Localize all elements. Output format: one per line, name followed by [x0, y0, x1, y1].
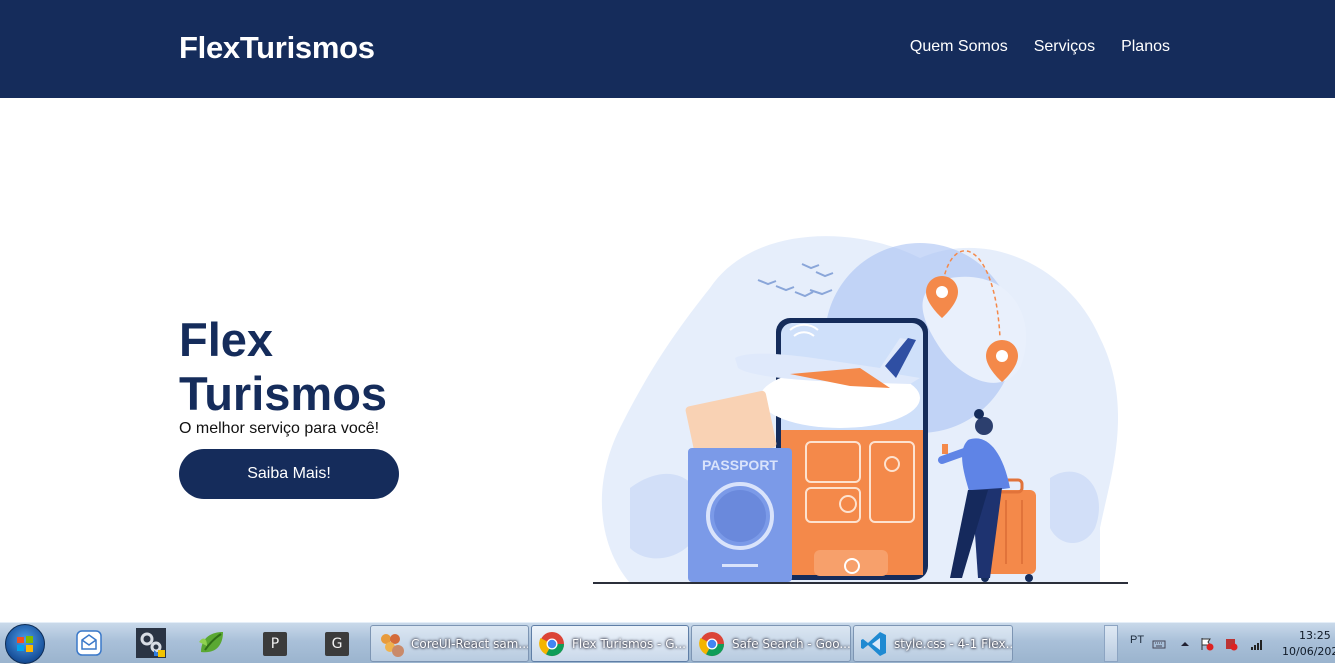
start-button[interactable]: [5, 624, 45, 664]
taskbar-item-safe-search[interactable]: Safe Search - Goo...: [691, 625, 851, 662]
main-nav: Quem Somos Serviços Planos: [910, 38, 1170, 56]
hexagon-app-icon: [377, 630, 405, 658]
chrome-icon: [698, 630, 726, 658]
nav-link-quem-somos[interactable]: Quem Somos: [910, 38, 1008, 56]
keyboard-icon[interactable]: [1152, 637, 1166, 651]
nav-link-planos[interactable]: Planos: [1121, 38, 1170, 56]
security-alert-icon[interactable]: [1224, 637, 1238, 651]
language-indicator[interactable]: PT: [1130, 634, 1144, 646]
brand-logo[interactable]: FlexTurismos: [179, 30, 375, 66]
taskbar-item-label: Flex Turismos - G...: [572, 636, 686, 651]
app-p-icon[interactable]: P: [263, 632, 287, 656]
windows-logo-icon: [17, 636, 33, 652]
taskbar-item-flex-turismos[interactable]: Flex Turismos - G...: [531, 625, 689, 662]
vscode-icon: [860, 630, 888, 658]
taskbar-item-vscode[interactable]: style.css - 4-1 Flex...: [853, 625, 1013, 662]
leaf-icon[interactable]: [197, 628, 227, 658]
windows-taskbar: P G CoreUI-React sam... Flex Turismos - …: [0, 622, 1335, 664]
passport-label: PASSPORT: [702, 457, 778, 473]
hero-subtitle: O melhor serviço para você!: [179, 420, 380, 437]
taskbar-item-label: style.css - 4-1 Flex...: [894, 636, 1013, 651]
taskbar-item-label: CoreUI-React sam...: [411, 636, 529, 651]
nav-link-servicos[interactable]: Serviços: [1034, 38, 1095, 56]
hero-title: Flex Turismos: [179, 313, 388, 420]
chrome-icon: [538, 630, 566, 658]
chevron-up-icon[interactable]: [1178, 637, 1192, 651]
clock-date[interactable]: 10/06/202: [1282, 645, 1335, 658]
taskbar-scroll-control[interactable]: [1104, 625, 1118, 662]
taskbar-item-coreui[interactable]: CoreUI-React sam...: [370, 625, 529, 662]
settings-icon[interactable]: [136, 628, 166, 658]
flag-alert-icon[interactable]: [1200, 637, 1214, 651]
travel-illustration: PASSPORT: [593, 236, 1128, 584]
saiba-mais-button[interactable]: Saiba Mais!: [179, 449, 399, 499]
clock-time[interactable]: 13:25: [1299, 629, 1331, 642]
mail-icon[interactable]: [74, 628, 104, 658]
taskbar-item-label: Safe Search - Goo...: [732, 636, 851, 651]
app-g-icon[interactable]: G: [325, 632, 349, 656]
system-tray: PT 13:25 10/06/202: [1104, 623, 1335, 664]
site-header: FlexTurismos Quem Somos Serviços Planos: [0, 0, 1335, 98]
network-signal-icon[interactable]: [1250, 637, 1264, 651]
